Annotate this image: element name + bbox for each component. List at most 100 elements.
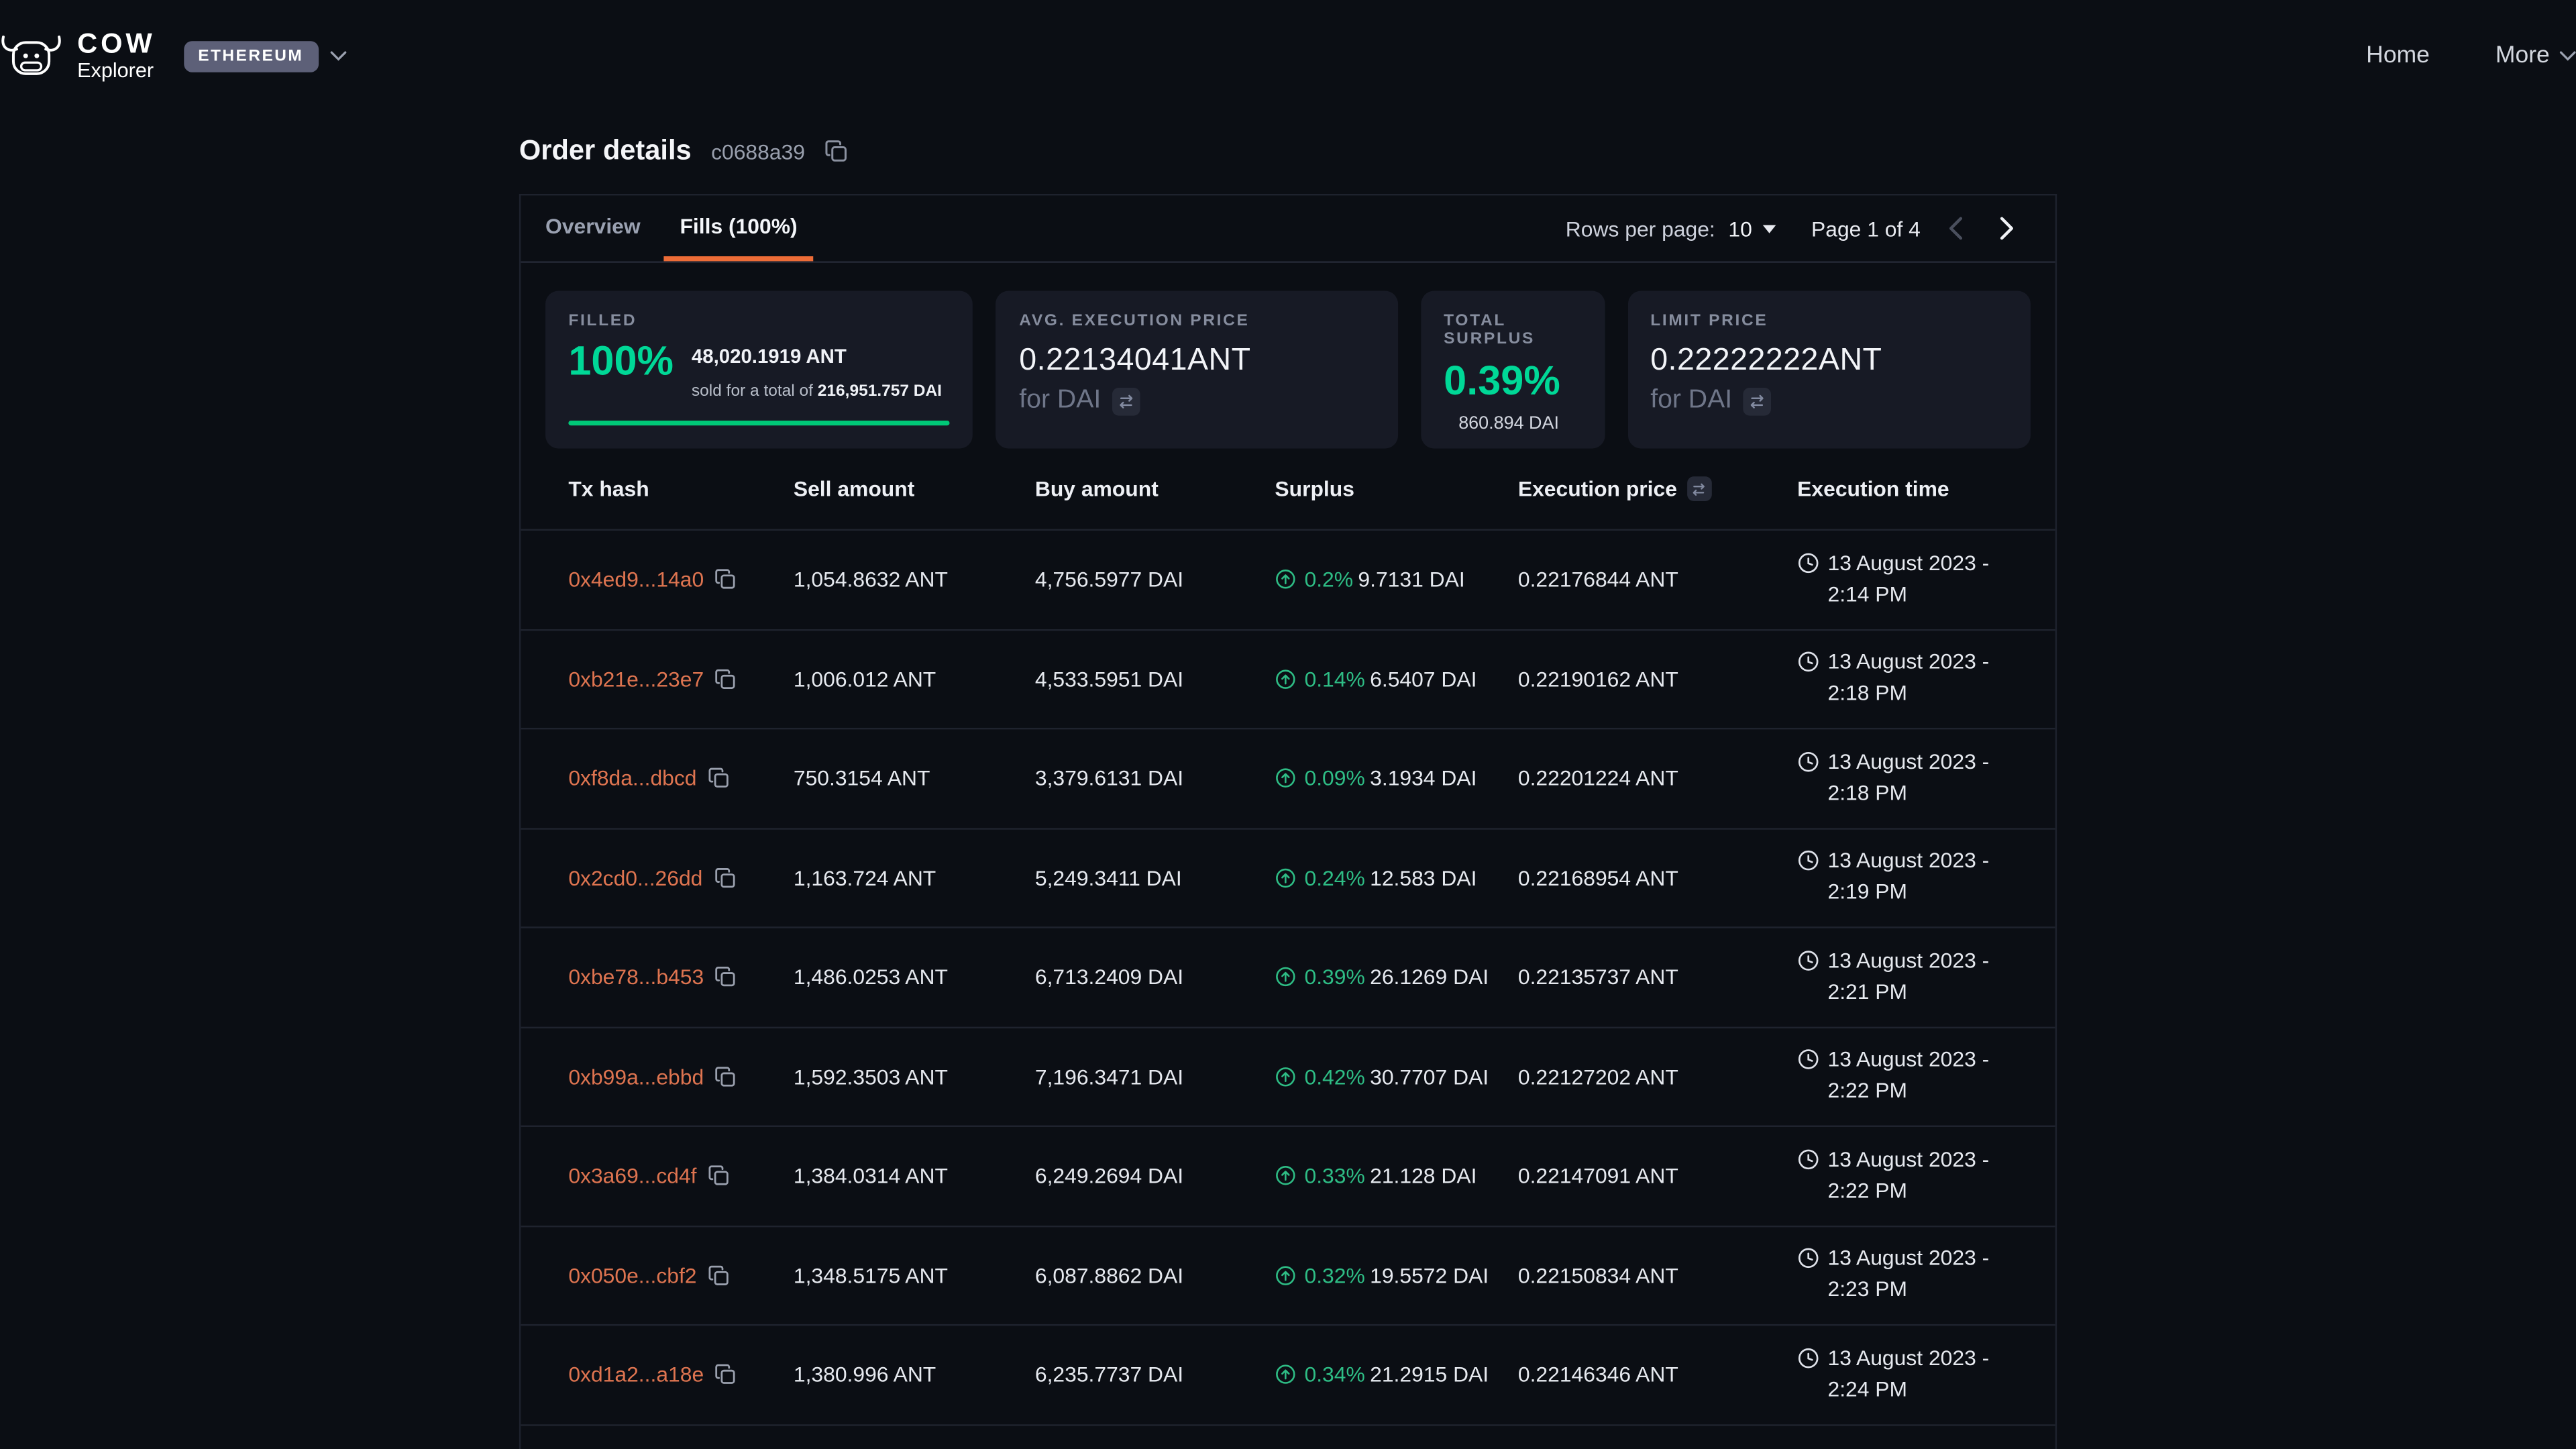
execution-price: 0.22147091 ANT (1518, 1163, 1797, 1188)
copy-tx-icon[interactable] (715, 668, 737, 690)
buy-amount: 6,249.2694 DAI (1035, 1163, 1275, 1188)
col-sell-amount: Sell amount (794, 476, 1035, 501)
copy-tx-icon[interactable] (708, 1165, 730, 1187)
execution-price: 0.22127202 ANT (1518, 1064, 1797, 1089)
swap-currency-icon[interactable] (1112, 387, 1140, 415)
copy-tx-icon[interactable] (715, 569, 737, 590)
invert-price-icon[interactable] (1687, 476, 1712, 501)
surplus-amount: 21.128 DAI (1370, 1163, 1477, 1188)
col-buy-amount: Buy amount (1035, 476, 1275, 501)
table-header-row: Tx hash Sell amount Buy amount Surplus E… (521, 449, 2055, 531)
tx-hash-link[interactable]: 0xbe78...b453 (568, 965, 704, 989)
copy-tx-icon[interactable] (715, 1364, 737, 1385)
copy-tx-icon[interactable] (708, 767, 730, 789)
execution-time: 13 August 2023 - 2:14 PM (1827, 549, 2025, 610)
swap-currency-icon[interactable] (1743, 387, 1772, 415)
execution-time: 13 August 2023 - 2:19 PM (1827, 847, 2025, 908)
logo-subtitle: Explorer (77, 61, 155, 82)
prev-page-button[interactable] (1940, 210, 1972, 246)
top-bar: COW Explorer ETHEREUM Home More (0, 0, 2576, 112)
rows-per-page-select[interactable]: 10 (1728, 216, 1775, 241)
filled-card: FILLED 100% 48,020.1919 ANT sold for a t… (545, 290, 973, 448)
cow-explorer-logo[interactable]: COW Explorer (0, 30, 156, 82)
network-selector[interactable]: ETHEREUM (183, 40, 346, 72)
avg-price-label: AVG. EXECUTION PRICE (1019, 312, 1375, 330)
next-page-button[interactable] (1991, 210, 2023, 246)
sell-amount: 1,592.3503 ANT (794, 1064, 1035, 1089)
table-row: 0xf8da...dbcd 750.3154 ANT 3,379.6131 DA… (521, 729, 2055, 828)
execution-price: 0.22190162 ANT (1518, 667, 1797, 692)
clock-icon (1797, 552, 1819, 574)
surplus-amount: 12.583 DAI (1370, 865, 1477, 890)
fill-progress-value (568, 421, 950, 425)
surplus-up-icon (1275, 867, 1296, 888)
table-row: 0xb21e...23e7 1,006.012 ANT 4,533.5951 D… (521, 630, 2055, 729)
execution-time: 13 August 2023 - 2:24 PM (1827, 1344, 2025, 1405)
surplus-amount: 19.5572 DAI (1370, 1263, 1489, 1288)
col-tx-hash: Tx hash (568, 476, 794, 501)
dropdown-arrow-icon (1762, 224, 1776, 232)
clock-icon (1797, 1049, 1819, 1071)
limit-price-label: LIMIT PRICE (1650, 312, 2007, 330)
execution-time: 13 August 2023 - 2:22 PM (1827, 1145, 2025, 1207)
execution-time: 13 August 2023 - 2:18 PM (1827, 648, 2025, 710)
sold-total: 216,951.757 DAI (818, 382, 942, 400)
tx-hash-link[interactable]: 0x3a69...cd4f (568, 1163, 696, 1188)
copy-order-id-icon[interactable] (824, 140, 847, 162)
sell-amount: 1,348.5175 ANT (794, 1263, 1035, 1288)
copy-tx-icon[interactable] (715, 967, 737, 988)
copy-tx-icon[interactable] (714, 867, 736, 888)
surplus-up-icon (1275, 767, 1296, 789)
tx-hash-link[interactable]: 0xd1a2...a18e (568, 1362, 704, 1387)
table-row: 0x3a69...cd4f 1,384.0314 ANT 6,249.2694 … (521, 1127, 2055, 1226)
surplus-percent: 0.09% (1304, 766, 1364, 791)
table-row: 0xbe78...b453 1,486.0253 ANT 6,713.2409 … (521, 928, 2055, 1028)
clock-icon (1797, 751, 1819, 773)
avg-price-unit: for DAI (1019, 386, 1101, 416)
chevron-down-icon (2560, 51, 2576, 61)
network-badge[interactable]: ETHEREUM (183, 40, 318, 72)
buy-amount: 4,756.5977 DAI (1035, 568, 1275, 592)
stat-cards: FILLED 100% 48,020.1919 ANT sold for a t… (521, 263, 2055, 449)
tx-hash-link[interactable]: 0x2cd0...26dd (568, 865, 702, 890)
copy-tx-icon[interactable] (715, 1066, 737, 1087)
surplus-amount: 9.7131 DAI (1358, 568, 1464, 592)
tx-hash-link[interactable]: 0xf8da...dbcd (568, 766, 696, 791)
sold-prefix: sold for a total of (692, 382, 813, 400)
clock-icon (1797, 1347, 1819, 1369)
surplus-percent: 0.39% (1304, 965, 1364, 989)
copy-tx-icon[interactable] (708, 1265, 730, 1286)
tab-overview[interactable]: Overview (529, 195, 657, 261)
rows-per-page-label: Rows per page: (1566, 216, 1715, 241)
page-indicator: Page 1 of 4 (1811, 216, 1921, 241)
filled-percent: 100% (568, 341, 674, 407)
limit-price-card: LIMIT PRICE 0.22222222ANT for DAI (1627, 290, 2031, 448)
surplus-percent: 0.32% (1304, 1263, 1364, 1288)
fills-table: Tx hash Sell amount Buy amount Surplus E… (521, 449, 2055, 1426)
buy-amount: 6,087.8862 DAI (1035, 1263, 1275, 1288)
sell-amount: 1,006.012 ANT (794, 667, 1035, 692)
sell-amount: 1,384.0314 ANT (794, 1163, 1035, 1188)
tx-hash-link[interactable]: 0xb21e...23e7 (568, 667, 704, 692)
page-title: Order details (519, 135, 692, 168)
buy-amount: 3,379.6131 DAI (1035, 766, 1275, 791)
tx-hash-link[interactable]: 0x4ed9...14a0 (568, 568, 704, 592)
tx-hash-link[interactable]: 0x050e...cbf2 (568, 1263, 696, 1288)
surplus-up-icon (1275, 569, 1296, 590)
buy-amount: 6,713.2409 DAI (1035, 965, 1275, 989)
nav-more[interactable]: More (2496, 43, 2576, 69)
nav-home[interactable]: Home (2366, 43, 2430, 69)
surplus-percent: 0.34% (1304, 1362, 1364, 1387)
table-row: 0xd1a2...a18e 1,380.996 ANT 6,235.7737 D… (521, 1326, 2055, 1425)
tab-fills[interactable]: Fills (100%) (663, 195, 814, 261)
clock-icon (1797, 949, 1819, 971)
page: COW Explorer ETHEREUM Home More (0, 0, 2576, 1449)
table-row: 0x2cd0...26dd 1,163.724 ANT 5,249.3411 D… (521, 829, 2055, 928)
tx-hash-link[interactable]: 0xb99a...ebbd (568, 1064, 704, 1089)
table-row: 0x050e...cbf2 1,348.5175 ANT 6,087.8862 … (521, 1226, 2055, 1326)
sell-amount: 1,486.0253 ANT (794, 965, 1035, 989)
surplus-amount: 30.7707 DAI (1370, 1064, 1489, 1089)
total-surplus-label: TOTAL SURPLUS (1444, 312, 1581, 348)
execution-price: 0.22176844 ANT (1518, 568, 1797, 592)
sell-amount: 1,380.996 ANT (794, 1362, 1035, 1387)
